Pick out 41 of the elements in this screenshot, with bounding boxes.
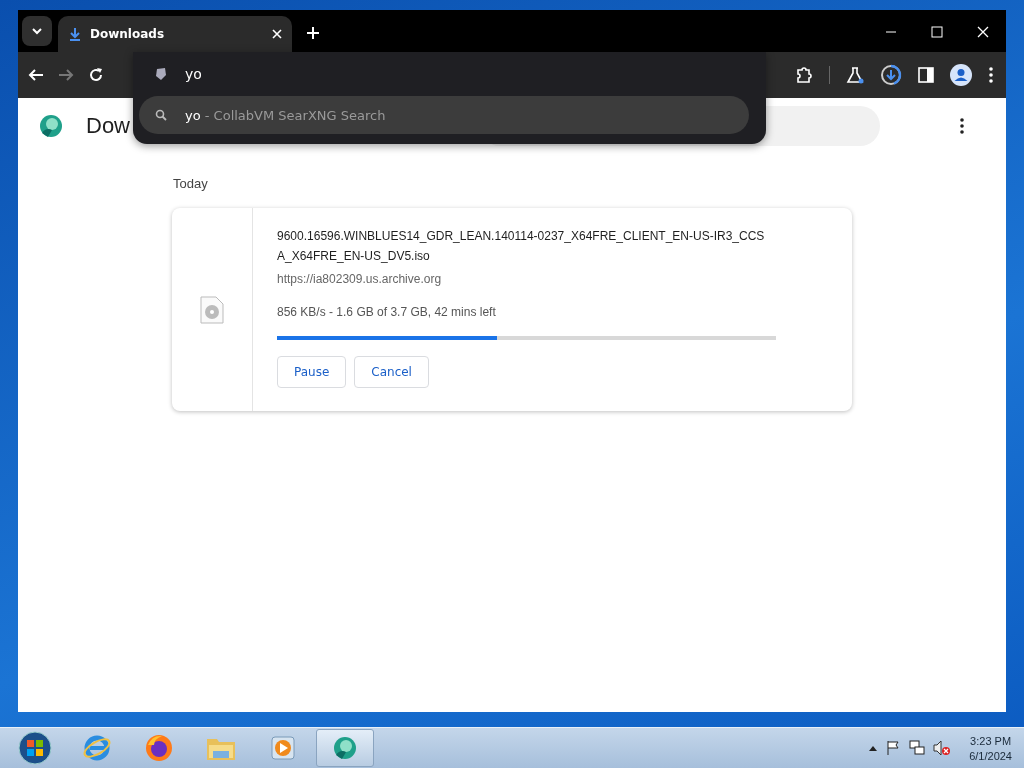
back-icon[interactable]: [28, 67, 44, 83]
forward-icon[interactable]: [58, 67, 74, 83]
download-action-button[interactable]: Pause: [277, 356, 347, 388]
download-icon: [68, 27, 82, 41]
search-suggestion[interactable]: yo - CollabVM SearXNG Search: [139, 96, 749, 134]
extensions-icon[interactable]: [795, 66, 813, 84]
source-url: https://ia802309.us.archive.org: [277, 272, 443, 286]
tab-search-button[interactable]: [22, 16, 52, 46]
close-icon[interactable]: [272, 29, 282, 39]
file-name[interactable]: 9600.16596.WINBLUES14_GDR_LEAN.140114-0237_X64FRE_CLIENT_EN-US-IR3_CCSA_X64FRE_EN-US_DV5.iso: [277, 226, 771, 266]
show-hidden-icons-icon[interactable]: [869, 745, 878, 751]
firefox-icon: [144, 733, 174, 763]
plus-icon: [306, 26, 320, 40]
download-progress-icon[interactable]: [880, 64, 902, 86]
date-group-label: Today: [172, 176, 209, 191]
chevron-down-icon: [31, 25, 43, 37]
page-title: Dow: [86, 113, 130, 139]
volume-muted-icon[interactable]: [933, 740, 952, 756]
network-icon[interactable]: [909, 740, 926, 756]
disc-file-icon: [200, 295, 224, 324]
reload-icon[interactable]: [88, 67, 104, 83]
internet-explorer-icon: [82, 733, 112, 763]
flask-icon[interactable]: [846, 66, 864, 84]
address-field[interactable]: yo: [185, 66, 305, 82]
browser-logo-icon: [38, 113, 64, 139]
browser-tab[interactable]: Downloads: [58, 16, 292, 52]
download-status: 856 KB/s - 1.6 GB of 3.7 GB, 42 mins left: [277, 305, 497, 319]
media-player-icon: [269, 734, 297, 762]
download-action-button[interactable]: Cancel: [354, 356, 429, 388]
search-icon: [155, 109, 167, 121]
profile-icon[interactable]: [950, 64, 972, 86]
side-panel-icon[interactable]: [918, 67, 934, 83]
clock-date[interactable]: 6/1/2024: [969, 749, 1012, 762]
close-icon: [977, 26, 989, 38]
taskbar-app-button[interactable]: [316, 729, 374, 767]
maximize-icon: [931, 26, 943, 38]
clock-time[interactable]: 3:23 PM: [970, 734, 1012, 747]
site-icon: [155, 67, 167, 81]
menu-icon[interactable]: [988, 66, 994, 84]
flag-icon[interactable]: [885, 740, 902, 756]
browser-icon: [332, 735, 358, 761]
